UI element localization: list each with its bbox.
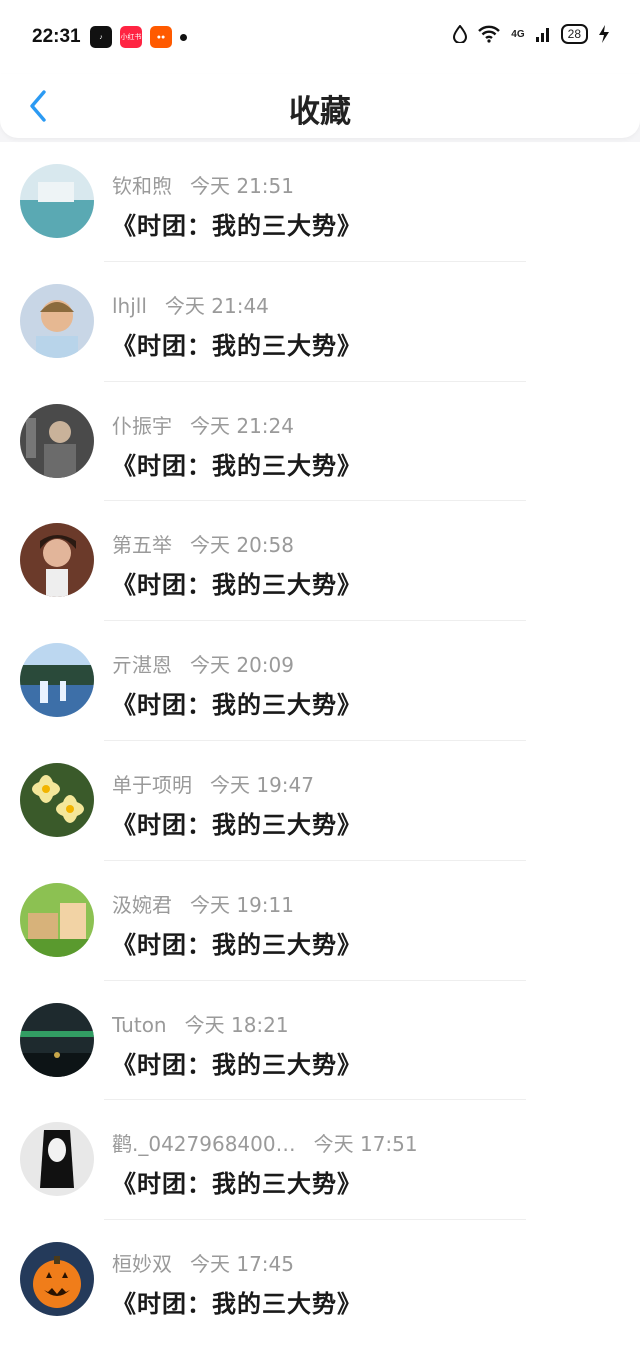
item-meta: lhjll 今天 21:44	[112, 290, 269, 319]
tiktok-icon: ♪	[90, 26, 112, 48]
list-item[interactable]: 单于项明 今天 19:47 《时团：我的三大势》	[0, 741, 640, 861]
avatar-image	[20, 762, 94, 837]
wifi-icon	[478, 25, 501, 43]
sender-name: 亓湛恩	[112, 653, 172, 678]
timestamp: 今天 19:11	[190, 892, 294, 917]
timestamp: 今天 20:58	[190, 533, 294, 558]
sender-name: lhjll	[112, 293, 147, 318]
favorite-title: 《时团：我的三大势》	[112, 930, 362, 959]
sender-name: 鹳._0427968400…	[112, 1132, 296, 1157]
avatar[interactable]	[20, 1122, 94, 1197]
sender-name: 钦和煦	[112, 174, 172, 198]
avatar-image	[20, 283, 94, 358]
item-meta: 汲婉君 今天 19:11	[112, 889, 294, 918]
item-meta: 桓妙双 今天 17:45	[112, 1248, 294, 1277]
list-item[interactable]: 鹳._0427968400… 今天 17:51 《时团：我的三大势》	[0, 1100, 640, 1221]
timestamp: 今天 17:51	[313, 1132, 418, 1157]
list-item[interactable]: Tuton 今天 18:21 《时团：我的三大势》	[0, 981, 640, 1101]
item-meta: 亓湛恩 今天 20:09	[112, 649, 294, 678]
avatar[interactable]	[20, 164, 94, 238]
sender-name: Tuton	[112, 1012, 167, 1037]
avatar[interactable]	[20, 523, 94, 598]
favorite-title: 《时团：我的三大势》	[112, 1170, 362, 1199]
list-item[interactable]: 汲婉君 今天 19:11 《时团：我的三大势》	[0, 861, 640, 981]
favorite-title: 《时团：我的三大势》	[112, 331, 362, 360]
notification-icons: ♪ 小红书 ●●	[90, 26, 187, 48]
favorite-title: 《时团：我的三大势》	[112, 451, 362, 480]
avatar-image	[20, 523, 94, 598]
timestamp: 今天 19:47	[210, 772, 314, 797]
sender-name: 单于项明	[112, 772, 192, 797]
favorite-title: 《时团：我的三大势》	[112, 1290, 362, 1319]
sender-name: 汲婉君	[112, 892, 172, 917]
avatar-image	[20, 643, 94, 718]
sender-name: 第五举	[112, 533, 172, 558]
sender-name: 桓妙双	[112, 1252, 172, 1277]
avatar[interactable]	[20, 762, 94, 837]
sender-name: 仆振宇	[112, 413, 172, 438]
avatar-image	[20, 1002, 94, 1077]
avatar-image	[20, 164, 94, 238]
drop-icon	[453, 25, 468, 43]
avatar[interactable]	[20, 283, 94, 358]
timestamp: 今天 21:51	[190, 174, 294, 198]
xiaohongshu-icon: 小红书	[120, 26, 142, 48]
avatar[interactable]	[20, 403, 94, 478]
header-bar: 收藏	[0, 74, 640, 138]
avatar-image	[20, 403, 94, 478]
favorite-title: 《时团：我的三大势》	[112, 1050, 362, 1079]
timestamp: 今天 17:45	[190, 1252, 294, 1277]
list-item[interactable]: lhjll 今天 21:44 《时团：我的三大势》	[0, 262, 640, 382]
status-time: 22:31	[32, 26, 81, 47]
avatar-image	[20, 1122, 94, 1197]
status-bar: 22:31 ♪ 小红书 ●● 4G 28	[0, 0, 640, 74]
more-notifications-dot-icon	[180, 33, 187, 41]
timestamp: 今天 18:21	[184, 1012, 289, 1037]
list-item[interactable]: 桓妙双 今天 17:45 《时团：我的三大势》	[0, 1220, 640, 1340]
system-icons: 4G 28	[453, 24, 610, 44]
avatar[interactable]	[20, 882, 94, 957]
kuaishou-icon: ●●	[150, 26, 172, 48]
list-item[interactable]: 第五举 今天 20:58 《时团：我的三大势》	[0, 501, 640, 622]
item-meta: Tuton 今天 18:21	[112, 1009, 289, 1038]
list-item[interactable]: 钦和煦 今天 21:51 《时团：我的三大势》	[0, 142, 640, 262]
network-type: 4G	[511, 28, 525, 40]
item-meta: 鹳._0427968400… 今天 17:51	[112, 1128, 418, 1157]
battery-level: 28	[560, 24, 588, 44]
list-item[interactable]: 仆振宇 今天 21:24 《时团：我的三大势》	[0, 382, 640, 502]
timestamp: 今天 21:44	[164, 293, 269, 318]
item-meta: 仆振宇 今天 21:24	[112, 410, 294, 439]
item-meta: 单于项明 今天 19:47	[112, 769, 314, 798]
avatar[interactable]	[20, 1002, 94, 1077]
avatar[interactable]	[20, 1242, 94, 1317]
avatar-image	[20, 882, 94, 957]
favorite-title: 《时团：我的三大势》	[112, 810, 362, 839]
charging-icon	[599, 25, 609, 43]
timestamp: 今天 20:09	[190, 653, 294, 678]
item-meta: 钦和煦 今天 21:51	[112, 170, 294, 199]
favorite-title: 《时团：我的三大势》	[112, 691, 362, 720]
page-title: 收藏	[289, 94, 351, 130]
favorites-list: 钦和煦 今天 21:51 《时团：我的三大势》 lhjll 今天 21:44 《…	[0, 142, 640, 1354]
avatar-image	[20, 1242, 94, 1317]
item-meta: 第五举 今天 20:58	[112, 529, 294, 558]
signal-icon	[535, 28, 549, 42]
timestamp: 今天 21:24	[190, 413, 294, 438]
favorite-title: 《时团：我的三大势》	[112, 571, 362, 600]
avatar[interactable]	[20, 643, 94, 718]
favorite-title: 《时团：我的三大势》	[112, 212, 362, 240]
list-item[interactable]: 亓湛恩 今天 20:09 《时团：我的三大势》	[0, 621, 640, 741]
